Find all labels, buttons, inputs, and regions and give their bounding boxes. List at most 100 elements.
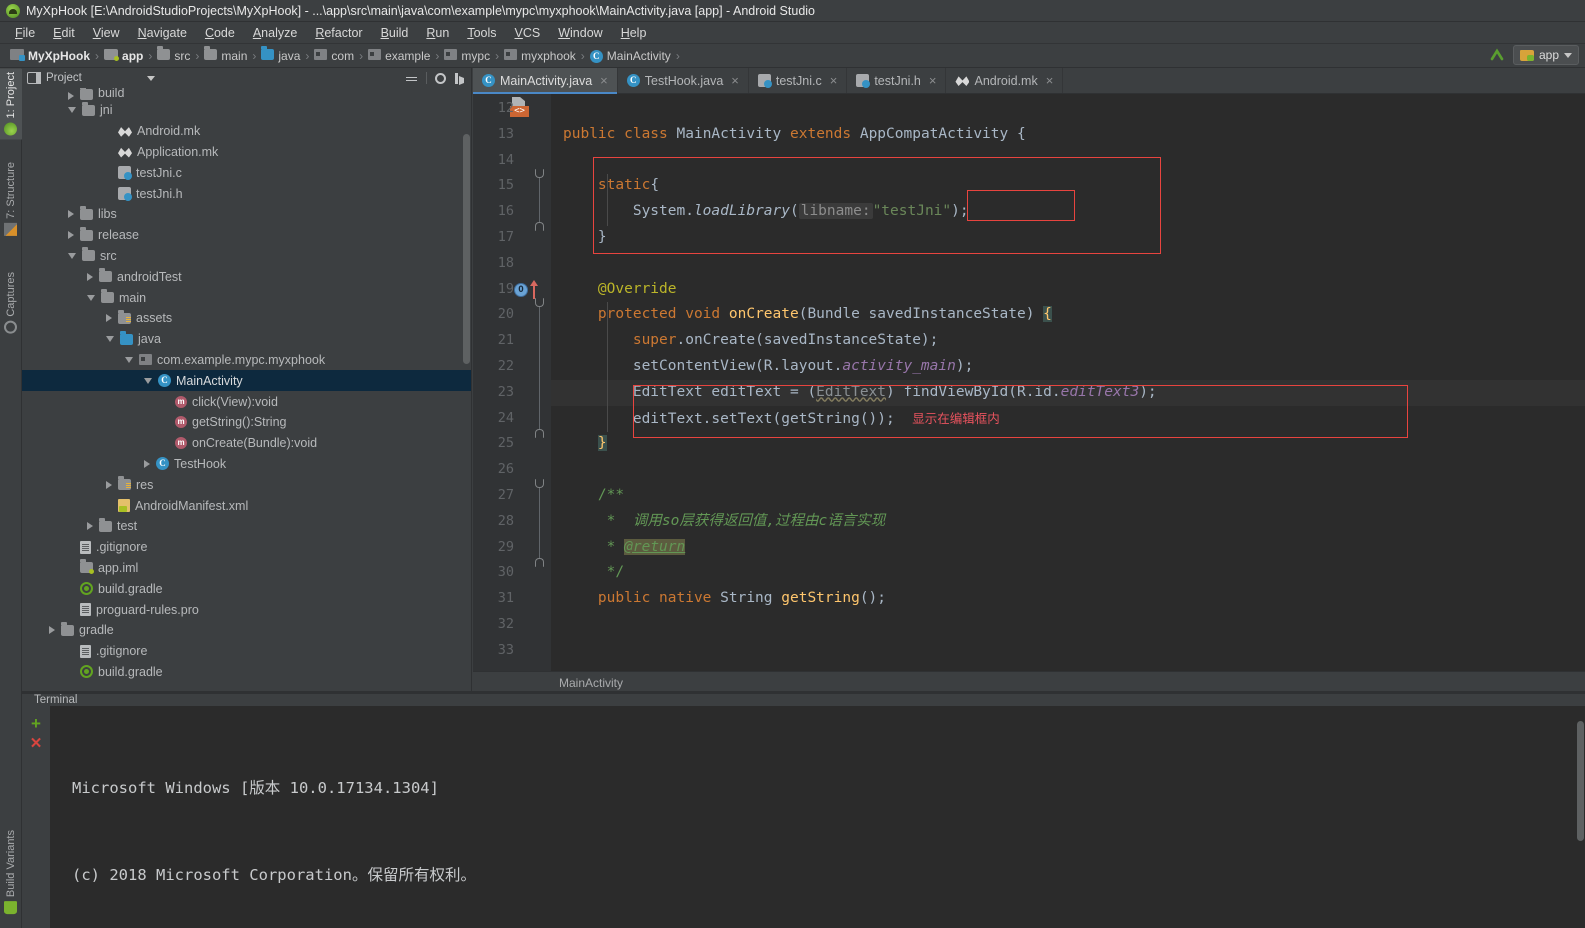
breadcrumb-mainactivity[interactable]: C MainActivity xyxy=(588,48,673,63)
run-configuration-selector[interactable]: app xyxy=(1512,45,1579,65)
chevron-down-icon[interactable] xyxy=(125,356,133,363)
chevron-down-icon[interactable] xyxy=(144,377,152,384)
tree-item-test[interactable]: test xyxy=(22,516,471,537)
breadcrumb-myxphook[interactable]: MyXpHook xyxy=(8,48,92,63)
tree-item-getstring-string[interactable]: m getString():String xyxy=(22,412,471,433)
menu-item-refactor[interactable]: Refactor xyxy=(306,24,371,42)
chevron-down-icon[interactable] xyxy=(106,336,114,343)
breadcrumb-main[interactable]: main xyxy=(202,45,249,63)
chevron-right-icon[interactable] xyxy=(144,459,150,468)
terminal-output[interactable]: Microsoft Windows [版本 10.0.17134.1304] (… xyxy=(50,706,1585,928)
chevron-right-icon[interactable] xyxy=(68,210,74,219)
tree-item-gradle[interactable]: gradle xyxy=(22,620,471,641)
menu-item-view[interactable]: View xyxy=(84,24,129,42)
editor-tab-mainactivity-java[interactable]: C MainActivity.java × xyxy=(473,68,618,94)
tree-item-androidmanifest-xml[interactable]: AndroidManifest.xml xyxy=(22,495,471,516)
tree-item-build[interactable]: build xyxy=(22,88,471,100)
tree-item-build-gradle[interactable]: build.gradle xyxy=(22,662,471,683)
tree-item-androidtest[interactable]: androidTest xyxy=(22,266,471,287)
make-project-icon[interactable] xyxy=(1489,47,1505,63)
tree-item-click-view-void[interactable]: m click(View):void xyxy=(22,391,471,412)
project-tree-scrollbar[interactable] xyxy=(463,134,470,364)
tree-item-android-mk[interactable]: Android.mk xyxy=(22,121,471,142)
sidebar-item-structure[interactable]: 7: Structure xyxy=(0,158,22,240)
chevron-right-icon[interactable] xyxy=(68,92,74,100)
close-tab-icon[interactable]: × xyxy=(731,74,739,87)
chevron-right-icon[interactable] xyxy=(106,314,112,323)
tree-item-com-example-mypc-myxphook[interactable]: com.example.mypc.myxphook xyxy=(22,350,471,371)
chevron-right-icon[interactable] xyxy=(106,480,112,489)
terminal-scrollbar[interactable] xyxy=(1577,721,1584,841)
menu-item-window[interactable]: Window xyxy=(549,24,611,42)
chevron-right-icon[interactable] xyxy=(87,522,93,531)
tree-item-src[interactable]: src xyxy=(22,246,471,267)
chevron-right-icon[interactable] xyxy=(87,272,93,281)
tree-item-libs[interactable]: libs xyxy=(22,204,471,225)
menu-item-analyze[interactable]: Analyze xyxy=(244,24,306,42)
terminal-body[interactable]: + ✕ Microsoft Windows [版本 10.0.17134.130… xyxy=(22,706,1585,928)
chevron-down-icon[interactable] xyxy=(146,75,155,81)
tree-item-testjni-h[interactable]: testJni.h xyxy=(22,183,471,204)
menu-item-navigate[interactable]: Navigate xyxy=(129,24,196,42)
menu-item-edit[interactable]: Edit xyxy=(44,24,84,42)
chevron-down-icon[interactable] xyxy=(68,107,76,114)
tree-item-build-gradle[interactable]: build.gradle xyxy=(22,578,471,599)
tree-item-proguard-rules-pro[interactable]: proguard-rules.pro xyxy=(22,599,471,620)
breadcrumb-app[interactable]: app xyxy=(102,48,145,63)
tree-item-app-iml[interactable]: app.iml xyxy=(22,558,471,579)
line-number: 22 xyxy=(497,357,514,374)
breadcrumb-src[interactable]: src xyxy=(155,45,192,63)
chevron-down-icon[interactable] xyxy=(68,252,76,259)
breadcrumb-example[interactable]: example xyxy=(366,48,432,63)
close-tab-icon[interactable]: × xyxy=(929,74,937,87)
collapse-all-icon[interactable] xyxy=(405,72,418,85)
plus-icon[interactable]: + xyxy=(22,714,50,734)
menu-item-file[interactable]: File xyxy=(6,24,44,42)
chevron-right-icon[interactable] xyxy=(68,231,74,240)
breadcrumb-java[interactable]: java xyxy=(259,45,302,63)
menu-item-build[interactable]: Build xyxy=(372,24,418,42)
chevron-down-icon[interactable] xyxy=(87,294,95,301)
tree-item-application-mk[interactable]: Application.mk xyxy=(22,142,471,163)
editor-text[interactable]: public class MainActivity extends AppCom… xyxy=(551,94,1585,671)
menu-item-help[interactable]: Help xyxy=(612,24,656,42)
editor-tab-testhook-java[interactable]: C TestHook.java × xyxy=(618,68,749,93)
line-number: 20 xyxy=(497,306,514,323)
chevron-down-icon[interactable] xyxy=(1564,52,1572,58)
editor-tab-testjni-h[interactable]: testJni.h × xyxy=(847,68,947,93)
close-tab-icon[interactable]: × xyxy=(1046,74,1054,87)
tree-item-assets[interactable]: assets xyxy=(22,308,471,329)
tree-item-oncreate-bundle-void[interactable]: m onCreate(Bundle):void xyxy=(22,433,471,454)
breadcrumb-mypc[interactable]: mypc xyxy=(442,48,492,63)
tree-item-release[interactable]: release xyxy=(22,225,471,246)
menu-item-code[interactable]: Code xyxy=(196,24,244,42)
tree-item--gitignore[interactable]: .gitignore xyxy=(22,537,471,558)
tree-item-mainactivity[interactable]: C MainActivity xyxy=(22,370,471,392)
editor-code-area[interactable]: <> O 12 13 14 15 16 17 18 19 20 21 22 23 24 25 26 27 28 2… xyxy=(473,94,1585,671)
menu-item-tools[interactable]: Tools xyxy=(458,24,505,42)
tree-item-main[interactable]: main xyxy=(22,287,471,308)
breadcrumb-com[interactable]: com xyxy=(312,48,356,63)
sidebar-item-project[interactable]: 1: Project xyxy=(0,68,22,140)
tree-item-testhook[interactable]: C TestHook xyxy=(22,454,471,475)
editor-gutter[interactable]: <> O 12 13 14 15 16 17 18 19 20 21 22 23 24 25 26 27 28 2… xyxy=(473,94,551,671)
editor-tab-android-mk[interactable]: Android.mk × xyxy=(946,68,1064,93)
sidebar-item-build-variants[interactable]: Build Variants xyxy=(0,826,22,918)
sidebar-item-captures[interactable]: Captures xyxy=(0,268,22,338)
settings-gear-icon[interactable] xyxy=(435,73,446,84)
tree-item-testjni-c[interactable]: testJni.c xyxy=(22,162,471,183)
chevron-right-icon[interactable] xyxy=(49,626,55,635)
tree-item--gitignore[interactable]: .gitignore xyxy=(22,641,471,662)
tree-item-jni[interactable]: jni xyxy=(22,100,471,121)
tree-item-java[interactable]: java xyxy=(22,329,471,350)
tree-item-res[interactable]: res xyxy=(22,474,471,495)
hide-panel-icon[interactable] xyxy=(454,72,467,85)
close-tab-icon[interactable]: × xyxy=(830,74,838,87)
menu-item-run[interactable]: Run xyxy=(417,24,458,42)
project-file-tree[interactable]: build jni Android.mk Application.mk testJni.… xyxy=(22,88,471,693)
close-x-icon[interactable]: ✕ xyxy=(22,734,50,754)
menu-item-vcs[interactable]: VCS xyxy=(506,24,550,42)
editor-tab-testjni-c[interactable]: testJni.c × xyxy=(749,68,848,93)
close-tab-icon[interactable]: × xyxy=(600,74,608,87)
breadcrumb-myxphook[interactable]: myxphook xyxy=(502,48,578,63)
